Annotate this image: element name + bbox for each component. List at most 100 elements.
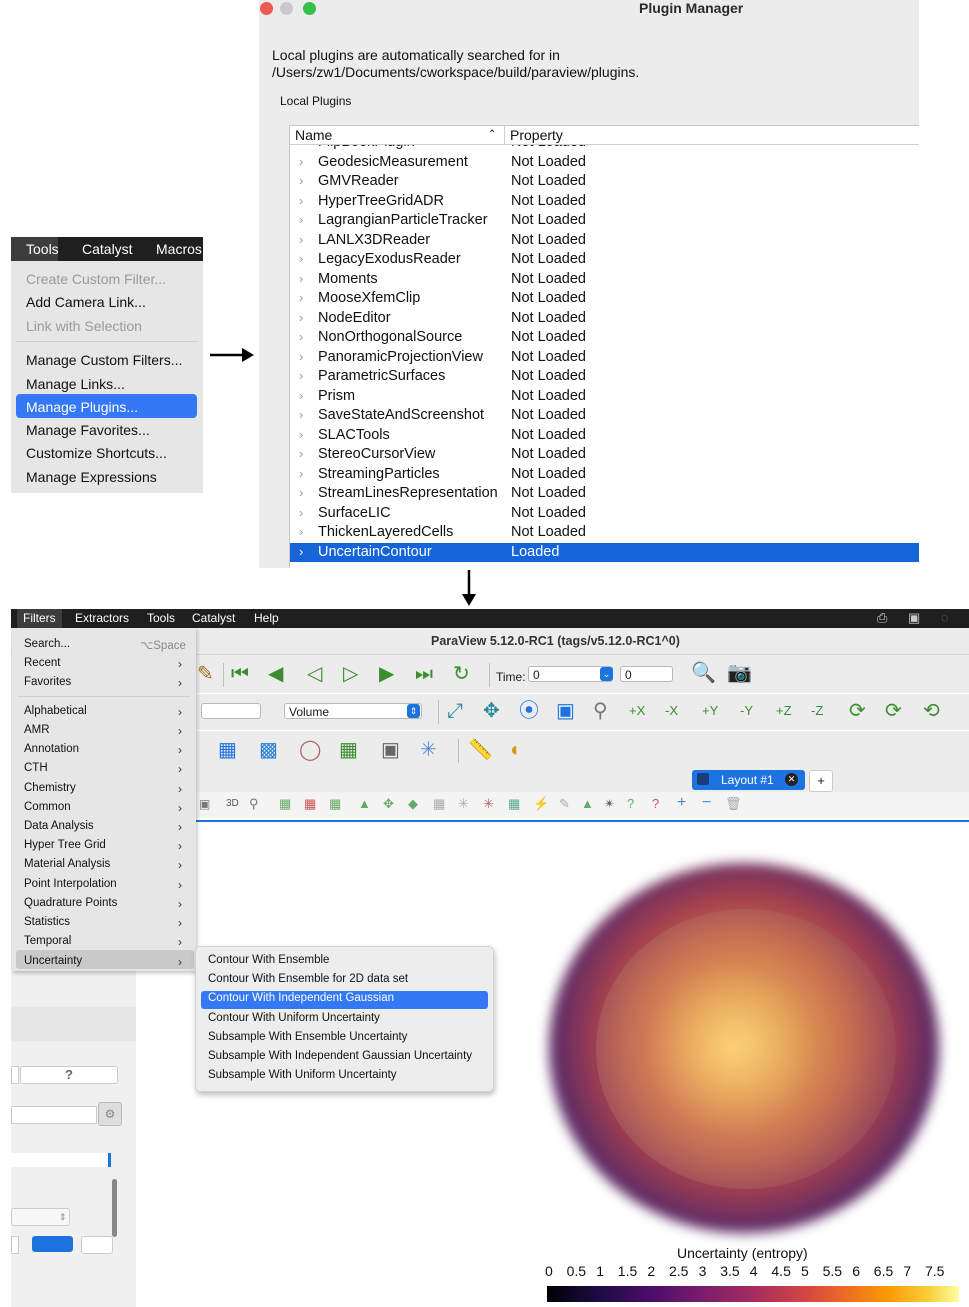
play-icon[interactable]: ▷ [343, 662, 358, 686]
panel-scrollbar[interactable] [112, 1179, 117, 1237]
select-frustum-points-icon[interactable]: ✥ [383, 796, 394, 812]
filters-submenu-common[interactable]: Common [24, 801, 71, 813]
table-row[interactable]: › NodeEditor Not Loaded [290, 309, 919, 329]
table-row[interactable]: › SLACTools Not Loaded [290, 426, 919, 446]
uncertainty-filter-item[interactable]: Contour With Uniform Uncertainty [208, 1012, 380, 1024]
table-row[interactable]: › StreamingParticles Not Loaded [290, 465, 919, 485]
property-combo[interactable]: ⇕ [11, 1208, 70, 1226]
zoom-closest-icon[interactable]: ⦿ [519, 699, 539, 723]
zoom-icon[interactable]: ⚲ [249, 796, 259, 812]
edit-selection-icon[interactable]: ✎ [559, 796, 570, 812]
hover-cells-icon[interactable]: ✳ [483, 796, 494, 812]
loop-icon[interactable]: ↻ [453, 662, 470, 686]
uncertainty-filter-item[interactable]: Contour With Ensemble for 2D data set [208, 973, 408, 985]
menu-extractors[interactable]: Extractors [69, 609, 135, 628]
table-row[interactable]: › Prism Not Loaded [290, 387, 919, 407]
view-capture-icon[interactable]: ▣ [199, 797, 210, 811]
select-interactive-icon[interactable]: ▦ [433, 796, 445, 812]
set-view-positive-z-icon[interactable]: +Z [776, 699, 792, 723]
expand-chevron-icon[interactable]: › [299, 485, 303, 500]
expand-chevron-icon[interactable]: › [299, 446, 303, 461]
menu-catalyst[interactable]: Catalyst [186, 609, 241, 628]
uncertainty-filter-item[interactable]: Subsample With Independent Gaussian Unce… [208, 1050, 472, 1062]
reverse-play-icon[interactable]: ◁ [307, 662, 322, 686]
table-row[interactable]: › LegacyExodusReader Not Loaded [290, 250, 919, 270]
uncertainty-filter-item[interactable]: Contour With Ensemble [208, 954, 329, 966]
expand-chevron-icon[interactable]: › [299, 193, 303, 208]
minimize-window-button[interactable] [280, 2, 293, 15]
uncertainty-filter-item[interactable]: Subsample With Ensemble Uncertainty [208, 1031, 407, 1043]
filters-submenu-data-analysis[interactable]: Data Analysis [24, 820, 94, 832]
time-index-spinbox[interactable]: 0 [620, 666, 673, 682]
expand-chevron-icon[interactable]: › [299, 232, 303, 247]
local-plugins-table[interactable]: Name ⌃ Property › FlipBookPlugin Not Loade… [289, 125, 919, 568]
filters-submenu-chemistry[interactable]: Chemistry [24, 782, 76, 794]
expand-chevron-icon[interactable]: › [299, 368, 303, 383]
reset-center-icon[interactable]: ▣ [556, 699, 575, 723]
set-view-positive-x-icon[interactable]: +X [629, 699, 645, 723]
menu-tools[interactable]: Tools [11, 237, 59, 261]
add-layout-tab-button[interactable]: + [809, 770, 833, 792]
customize-shortcuts-item[interactable]: Customize Shortcuts... [26, 445, 167, 461]
select-points-icon[interactable]: ▦ [304, 796, 316, 812]
filters-submenu-cth[interactable]: CTH [24, 762, 48, 774]
camera-add-icon[interactable]: 📷 [727, 660, 752, 685]
expand-chevron-icon[interactable]: › [299, 407, 303, 422]
close-window-button[interactable] [260, 2, 273, 15]
table-row[interactable]: › Moments Not Loaded [290, 270, 919, 290]
expand-chevron-icon[interactable]: › [299, 251, 303, 266]
filters-submenu-uncertainty[interactable]: Uncertainty [24, 955, 82, 967]
rescale-button[interactable] [32, 1236, 73, 1252]
expand-chevron-icon[interactable]: › [299, 505, 303, 520]
table-row[interactable]: › SaveStateAndScreenshot Not Loaded [290, 406, 919, 426]
zoom-to-data-icon[interactable]: ✥ [483, 699, 500, 723]
table-row[interactable]: › LANLX3DReader Not Loaded [290, 231, 919, 251]
expand-chevron-icon[interactable]: › [299, 544, 303, 559]
expand-chevron-icon[interactable]: › [299, 388, 303, 403]
table-row[interactable]: › NonOrthogonalSource Not Loaded [290, 328, 919, 348]
expand-chevron-icon[interactable]: › [299, 310, 303, 325]
previous-frame-icon[interactable]: ◀ [268, 662, 283, 686]
set-view-negative-z-icon[interactable]: -Z [811, 699, 823, 723]
manage-custom-filters-item[interactable]: Manage Custom Filters... [26, 352, 182, 368]
manage-expressions-item[interactable]: Manage Expressions [26, 469, 157, 485]
representation-combo[interactable]: Volume [284, 703, 422, 719]
filters-submenu-quadrature-points[interactable]: Quadrature Points [24, 897, 117, 909]
expand-chevron-icon[interactable]: › [299, 427, 303, 442]
manage-plugins-item[interactable]: Manage Plugins... [26, 399, 138, 415]
select-cells-icon[interactable]: ▦ [279, 796, 291, 812]
clear-selection-icon[interactable]: 🗑 [725, 796, 742, 812]
coloring-combo[interactable] [201, 703, 261, 719]
threshold-filter-icon[interactable]: ▣ [381, 738, 400, 762]
filters-submenu-recent[interactable]: Recent [24, 657, 60, 669]
query-cells-icon[interactable]: ? [652, 796, 659, 811]
table-row[interactable]: › LagrangianParticleTracker Not Loaded [290, 211, 919, 231]
interact-pencil-icon[interactable]: ✎ [197, 662, 214, 686]
edit-colormap-button[interactable] [81, 1236, 113, 1254]
manage-favorites-item[interactable]: Manage Favorites... [26, 422, 150, 438]
grow-selection-icon[interactable]: ▦ [508, 796, 520, 812]
histogram-filter-icon[interactable]: ▩ [259, 738, 278, 762]
filters-submenu-favorites[interactable]: Favorites [24, 676, 71, 688]
subtract-selection-icon[interactable]: − [702, 794, 711, 812]
first-frame-icon[interactable]: ⏮ [231, 662, 249, 686]
filters-submenu-temporal[interactable]: Temporal [24, 935, 71, 947]
select-cells-on-icon[interactable]: ✴ [604, 796, 615, 812]
manage-links-item[interactable]: Manage Links... [26, 376, 125, 392]
table-row[interactable]: › GeodesicMeasurement Not Loaded [290, 153, 919, 173]
table-row[interactable]: › SurfaceLIC Not Loaded [290, 504, 919, 524]
protractor-icon[interactable]: ◖ [508, 738, 520, 762]
set-view-positive-y-icon[interactable]: +Y [702, 699, 718, 723]
property-field[interactable] [11, 1153, 111, 1167]
set-view-negative-x-icon[interactable]: -X [665, 699, 678, 723]
set-view-negative-y-icon[interactable]: -Y [740, 699, 753, 723]
expand-chevron-icon[interactable]: › [299, 154, 303, 169]
query-points-icon[interactable]: ? [627, 796, 634, 811]
toggle-3d-button[interactable]: 3D [226, 798, 239, 809]
select-points-on-icon[interactable]: ▲ [581, 796, 594, 811]
select-block-icon[interactable]: ▦ [329, 796, 341, 812]
menu-tools[interactable]: Tools [141, 609, 181, 628]
search-properties-input[interactable] [11, 1106, 97, 1124]
layout-tab[interactable]: Layout #1 ✕ [692, 770, 805, 790]
reset-camera-icon[interactable]: ⤢ [447, 699, 463, 723]
